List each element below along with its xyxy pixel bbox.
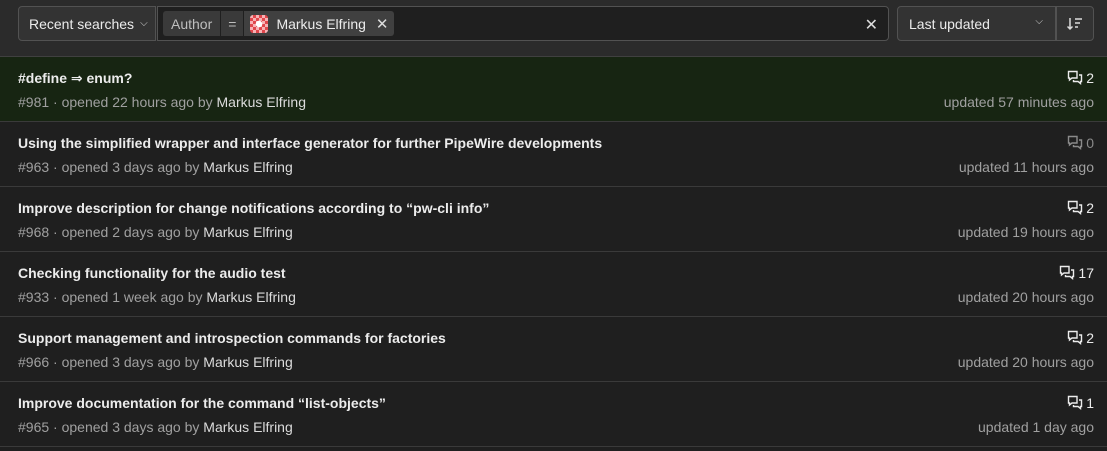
issue-meta: #966 · opened 3 days ago by Markus Elfri…: [18, 354, 293, 370]
list-item: Checking functionality for the audio tes…: [0, 252, 1107, 317]
issue-updated: updated 11 hours ago: [958, 159, 1094, 175]
list-item: Improve documentation for the command “l…: [0, 382, 1107, 447]
comments-count[interactable]: 2: [1067, 330, 1094, 346]
issue-updated: updated 19 hours ago: [957, 224, 1094, 240]
issue-meta: #963 · opened 3 days ago by Markus Elfri…: [18, 159, 293, 175]
issue-updated: updated 1 day ago: [978, 419, 1094, 435]
issue-title[interactable]: Improve description for change notificat…: [18, 200, 489, 216]
issue-number: #963: [18, 159, 50, 175]
comments-number: 17: [1078, 265, 1094, 281]
issue-opened: opened 1 week ago by: [61, 289, 203, 305]
issue-updated: updated 20 hours ago: [957, 354, 1094, 370]
comments-number: 0: [1086, 135, 1094, 151]
issue-opened: opened 3 days ago by: [61, 354, 200, 370]
issue-author[interactable]: Markus Elfring: [203, 224, 292, 240]
token-value[interactable]: Markus Elfring ✕: [244, 11, 395, 36]
sort-label: Last updated: [909, 15, 990, 32]
list-item: Using the simplified wrapper and interfa…: [0, 122, 1107, 187]
comments-count[interactable]: 1: [1067, 395, 1094, 411]
issue-title[interactable]: Improve documentation for the command “l…: [18, 395, 386, 411]
issue-meta: #933 · opened 1 week ago by Markus Elfri…: [18, 289, 296, 305]
comments-icon: [1068, 330, 1083, 345]
comments-icon: [1060, 265, 1075, 280]
chevron-down-icon: ⌵: [1035, 16, 1043, 27]
comments-number: 2: [1086, 330, 1094, 346]
issue-author[interactable]: Markus Elfring: [203, 419, 292, 435]
issue-number: #933: [18, 289, 50, 305]
issue-number: #966: [18, 354, 50, 370]
issue-opened: opened 3 days ago by: [61, 419, 200, 435]
token-field[interactable]: Author: [163, 11, 221, 36]
token-operator[interactable]: =: [221, 11, 244, 36]
comments-count[interactable]: 0: [1067, 135, 1094, 151]
comments-number: 2: [1086, 200, 1094, 216]
comments-number: 1: [1086, 395, 1094, 411]
comments-icon: [1068, 200, 1083, 215]
issue-author[interactable]: Markus Elfring: [206, 289, 295, 305]
clear-search-icon[interactable]: ✕: [865, 15, 878, 35]
comments-count[interactable]: 2: [1067, 70, 1094, 86]
list-item: Support management and introspection com…: [0, 317, 1107, 382]
issue-opened: opened 3 days ago by: [61, 159, 200, 175]
recent-searches-dropdown[interactable]: Recent searches ⌵: [18, 6, 156, 41]
sort-dropdown[interactable]: Last updated ⌵: [897, 6, 1056, 41]
issue-title[interactable]: Checking functionality for the audio tes…: [18, 265, 286, 281]
comments-number: 2: [1086, 70, 1094, 86]
issue-opened: opened 2 days ago by: [61, 224, 200, 240]
list-item: #define ⇒ enum? #981 · opened 22 hours a…: [0, 57, 1107, 122]
issue-meta: #965 · opened 3 days ago by Markus Elfri…: [18, 419, 293, 435]
issue-opened: opened 22 hours ago by: [61, 94, 213, 110]
avatar: [250, 14, 269, 33]
comments-count[interactable]: 2: [1067, 200, 1094, 216]
comments-icon: [1068, 395, 1083, 410]
sort-direction-icon: [1067, 17, 1082, 30]
comments-icon: [1068, 135, 1083, 150]
issue-updated: updated 57 minutes ago: [943, 94, 1094, 110]
search-filter-input[interactable]: Author = Markus Elfring ✕ ✕: [157, 6, 889, 41]
issue-list: #define ⇒ enum? #981 · opened 22 hours a…: [0, 57, 1107, 447]
issue-title[interactable]: Support management and introspection com…: [18, 330, 446, 346]
list-item: Improve description for change notificat…: [0, 187, 1107, 252]
recent-searches-label: Recent searches: [29, 15, 135, 32]
issue-number: #981: [18, 94, 50, 110]
sort-direction-button[interactable]: [1056, 6, 1094, 41]
issue-number: #965: [18, 419, 50, 435]
comments-count[interactable]: 17: [1059, 265, 1094, 281]
issue-updated: updated 20 hours ago: [957, 289, 1094, 305]
issue-author[interactable]: Markus Elfring: [203, 354, 292, 370]
issue-meta: #968 · opened 2 days ago by Markus Elfri…: [18, 224, 293, 240]
issue-author[interactable]: Markus Elfring: [217, 94, 306, 110]
issue-meta: #981 · opened 22 hours ago by Markus Elf…: [18, 94, 306, 110]
token-value-label: Markus Elfring: [276, 15, 366, 32]
issue-number: #968: [18, 224, 50, 240]
issue-title[interactable]: Using the simplified wrapper and interfa…: [18, 135, 602, 151]
issue-title[interactable]: #define ⇒ enum?: [18, 70, 132, 87]
comments-icon: [1068, 70, 1083, 85]
chevron-down-icon: ⌵: [140, 18, 148, 29]
remove-token-icon[interactable]: ✕: [376, 15, 389, 33]
issue-author[interactable]: Markus Elfring: [203, 159, 292, 175]
filter-bar: Recent searches ⌵ Author = Markus Elfrin…: [0, 0, 1107, 57]
